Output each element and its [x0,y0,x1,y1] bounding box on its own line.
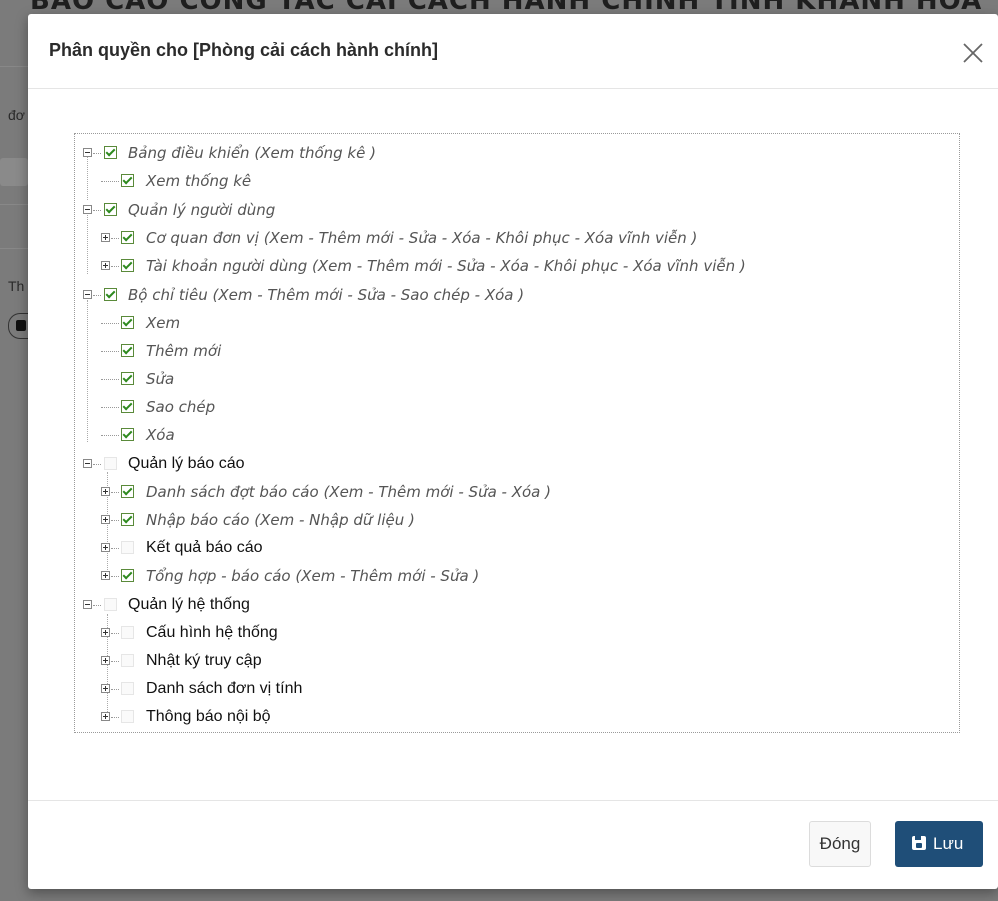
checkbox[interactable] [104,288,117,301]
checkbox[interactable] [121,174,134,187]
collapse-icon[interactable] [83,205,92,214]
expand-icon[interactable] [101,712,110,721]
tree-node-label[interactable]: Nhật ký truy cập [146,649,262,673]
checkbox[interactable] [121,485,134,498]
save-icon [912,836,926,850]
checkbox[interactable] [104,457,117,470]
tree-node-label[interactable]: Xem [146,311,180,335]
tree-node-label[interactable]: Xem thống kê [146,169,251,193]
background-divider [0,248,30,249]
expand-icon[interactable] [101,571,110,580]
tree-node-label[interactable]: Tổng hợp - báo cáo (Xem - Thêm mới - Sửa… [146,564,479,588]
tree-node-report-periods: Danh sách đợt báo cáo (Xem - Thêm mới - … [75,480,955,504]
checkbox[interactable] [121,372,134,385]
tree-node-label[interactable]: Sửa [146,367,174,391]
tree-node-report-results: Kết quả báo cáo [75,536,955,560]
collapse-icon[interactable] [83,148,92,157]
checkbox[interactable] [121,344,134,357]
tree-node-indicators-view: Xem [75,311,955,335]
tree-node-system-management: Quản lý hệ thống [75,593,955,617]
permission-tree: Bảng điều khiển (Xem thống kê ) Xem thốn… [74,133,960,733]
checkbox[interactable] [121,400,134,413]
tree-node-report-input: Nhập báo cáo (Xem - Nhập dữ liệu ) [75,508,955,532]
tree-node-system-config: Cấu hình hệ thống [75,621,955,645]
close-button[interactable] [958,38,988,68]
background-divider [0,66,30,67]
tree-node-label[interactable]: Danh sách đơn vị tính [146,677,302,701]
expand-icon[interactable] [101,684,110,693]
tree-node-label[interactable]: Bộ chỉ tiêu (Xem - Thêm mới - Sửa - Sao … [128,283,524,307]
tree-node-label[interactable]: Xóa [146,423,175,447]
tree-node-user-accounts: Tài khoản người dùng (Xem - Thêm mới - S… [75,254,955,278]
tree-node-internal-notices: Thông báo nội bộ [75,705,955,729]
background-input [0,158,28,186]
checkbox[interactable] [121,541,134,554]
tree-node-label[interactable]: Kết quả báo cáo [146,536,263,560]
background-table-header-fragment: Th [8,278,25,294]
background-label-fragment: đơ [8,107,25,123]
modal-body: Bảng điều khiển (Xem thống kê ) Xem thốn… [28,89,998,800]
close-icon [963,43,983,63]
checkbox[interactable] [121,626,134,639]
tree-node-view-stats: Xem thống kê [75,169,955,193]
expand-icon[interactable] [101,543,110,552]
tree-node-label[interactable]: Tài khoản người dùng (Xem - Thêm mới - S… [146,254,746,278]
tree-node-indicators-copy: Sao chép [75,395,955,419]
tree-node-label[interactable]: Nhập báo cáo (Xem - Nhập dữ liệu ) [146,508,415,532]
checkbox[interactable] [121,231,134,244]
checkbox[interactable] [121,316,134,329]
tree-node-indicators-edit: Sửa [75,367,955,391]
modal-header: Phân quyền cho [Phòng cải cách hành chín… [28,14,998,89]
checkbox[interactable] [121,259,134,272]
collapse-icon[interactable] [83,290,92,299]
checkbox[interactable] [121,654,134,667]
collapse-icon[interactable] [83,600,92,609]
expand-icon[interactable] [101,261,110,270]
save-button-label: Lưu [933,834,964,853]
checkbox[interactable] [104,203,117,216]
checkbox[interactable] [104,146,117,159]
tree-node-indicators-add: Thêm mới [75,339,955,363]
tree-node-indicators-delete: Xóa [75,423,955,447]
checkbox[interactable] [121,710,134,723]
checkbox[interactable] [121,569,134,582]
tree-node-label[interactable]: Cấu hình hệ thống [146,621,278,645]
collapse-icon[interactable] [83,459,92,468]
modal-footer: Đóng Lưu [28,800,998,890]
save-button[interactable]: Lưu [895,821,983,867]
checkbox[interactable] [121,513,134,526]
tree-node-label[interactable]: Quản lý báo cáo [128,452,245,476]
tree-node-report-management: Quản lý báo cáo [75,452,955,476]
checkbox[interactable] [104,598,117,611]
tree-node-label[interactable]: Quản lý hệ thống [128,593,250,617]
tree-node-label[interactable]: Danh sách đợt báo cáo (Xem - Thêm mới - … [146,480,551,504]
background-divider [0,204,30,205]
tree-node-report-summary: Tổng hợp - báo cáo (Xem - Thêm mới - Sửa… [75,564,955,588]
permission-modal: Phân quyền cho [Phòng cải cách hành chín… [28,14,998,889]
tree-node-label[interactable]: Bảng điều khiển (Xem thống kê ) [128,141,376,165]
modal-title: Phân quyền cho [Phòng cải cách hành chín… [49,40,439,60]
checkbox[interactable] [121,682,134,695]
tree-node-indicators: Bộ chỉ tiêu (Xem - Thêm mới - Sửa - Sao … [75,283,955,307]
tree-node-dashboard: Bảng điều khiển (Xem thống kê ) [75,141,955,165]
tree-node-units: Danh sách đơn vị tính [75,677,955,701]
tree-node-label[interactable]: Thêm mới [146,339,221,363]
plus-icon [16,320,26,331]
tree-node-label[interactable]: Thông báo nội bộ [146,705,271,729]
tree-node-label[interactable]: Quản lý người dùng [128,198,275,222]
tree-node-user-management: Quản lý người dùng [75,198,955,222]
tree-node-label[interactable]: Cơ quan đơn vị (Xem - Thêm mới - Sửa - X… [146,226,697,250]
expand-icon[interactable] [101,656,110,665]
close-dialog-button[interactable]: Đóng [809,821,871,867]
tree-node-agencies: Cơ quan đơn vị (Xem - Thêm mới - Sửa - X… [75,226,955,250]
expand-icon[interactable] [101,628,110,637]
tree-node-access-log: Nhật ký truy cập [75,649,955,673]
tree-node-label[interactable]: Sao chép [146,395,215,419]
expand-icon[interactable] [101,233,110,242]
expand-icon[interactable] [101,515,110,524]
background-add-button [8,313,29,339]
checkbox[interactable] [121,428,134,441]
expand-icon[interactable] [101,487,110,496]
